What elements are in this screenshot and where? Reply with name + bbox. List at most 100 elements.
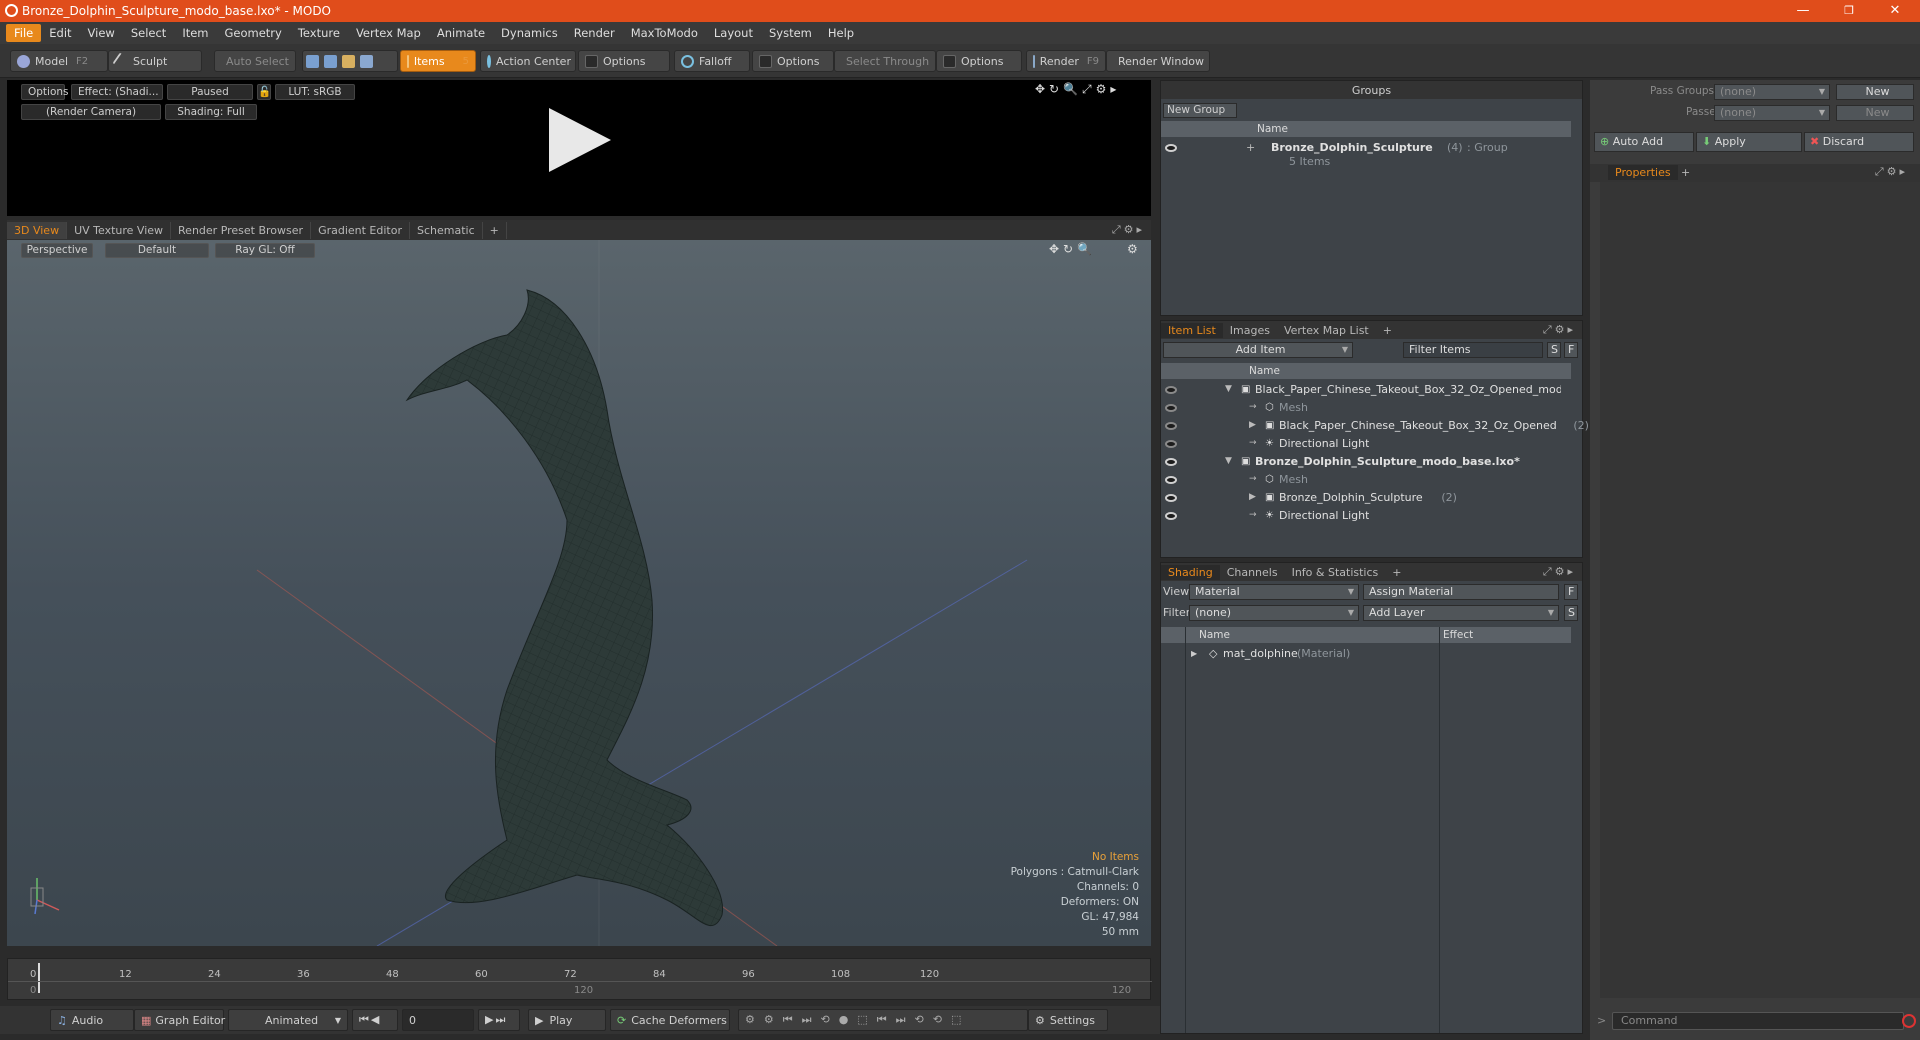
perspective-dropdown[interactable]: Perspective bbox=[21, 243, 93, 258]
preview-effect-dropdown[interactable]: Effect: (Shadi... bbox=[71, 84, 163, 100]
render-window-button[interactable]: Render Window bbox=[1106, 50, 1210, 72]
item-list-s-button[interactable]: S bbox=[1547, 342, 1561, 358]
list-item[interactable]: → ⬡ Mesh bbox=[1161, 399, 1571, 416]
audio-button[interactable]: ♫ Audio bbox=[50, 1009, 134, 1031]
expand-arrow-icon[interactable]: ▼ bbox=[1225, 453, 1232, 470]
action-center-button[interactable]: Action Center bbox=[480, 50, 576, 72]
passes-dropdown[interactable]: (none) ▼ bbox=[1714, 105, 1830, 121]
expand-arrow-icon[interactable]: ▼ bbox=[1225, 381, 1232, 398]
menu-edit[interactable]: Edit bbox=[41, 24, 79, 42]
menu-help[interactable]: Help bbox=[820, 24, 862, 42]
cache-deformers-button[interactable]: ⟳ Cache Deformers bbox=[610, 1009, 730, 1031]
auto-select-button[interactable]: Auto Select bbox=[214, 50, 296, 72]
edges-mode-icon[interactable] bbox=[324, 54, 337, 68]
expand-arrow-icon[interactable]: ▶ bbox=[1249, 417, 1256, 434]
menu-vertex-map[interactable]: Vertex Map bbox=[348, 24, 429, 42]
tab-properties[interactable]: Properties bbox=[1608, 165, 1678, 180]
visibility-eye-icon[interactable] bbox=[1165, 476, 1177, 484]
play-preview-icon[interactable] bbox=[549, 108, 611, 172]
record-icon[interactable] bbox=[1902, 1014, 1916, 1028]
menu-layout[interactable]: Layout bbox=[706, 24, 761, 42]
new-pass-button[interactable]: New bbox=[1836, 105, 1914, 121]
maximize-button[interactable]: ❐ bbox=[1826, 0, 1872, 22]
polygons-mode-icon[interactable] bbox=[342, 54, 355, 68]
pass-groups-dropdown[interactable]: (none) ▼ bbox=[1714, 84, 1830, 100]
items-mode-button[interactable]: Items 5 bbox=[400, 50, 476, 72]
materials-mode-icon[interactable] bbox=[360, 54, 373, 68]
menu-geometry[interactable]: Geometry bbox=[217, 24, 290, 42]
visibility-eye-icon[interactable] bbox=[1165, 144, 1177, 152]
lut-dropdown[interactable]: LUT: sRGB bbox=[275, 84, 355, 100]
view-dropdown[interactable]: Material ▼ bbox=[1189, 584, 1359, 600]
list-item[interactable]: ▼ ▣ Black_Paper_Chinese_Takeout_Box_32_Oz_… bbox=[1161, 381, 1571, 398]
visibility-eye-icon[interactable] bbox=[1165, 512, 1177, 520]
menu-animate[interactable]: Animate bbox=[429, 24, 493, 42]
tab-shading[interactable]: Shading bbox=[1161, 564, 1220, 580]
menu-select[interactable]: Select bbox=[123, 24, 174, 42]
tab-schematic[interactable]: Schematic bbox=[410, 221, 483, 239]
visibility-eye-icon[interactable] bbox=[1165, 458, 1177, 466]
forward-buttons[interactable]: ▶⏭ bbox=[478, 1009, 520, 1031]
list-item[interactable]: → ☀ Directional Light bbox=[1161, 507, 1571, 524]
shading-s-button[interactable]: S bbox=[1564, 605, 1578, 621]
panel-options-icons[interactable]: ⤢⚙▸ bbox=[1875, 165, 1908, 179]
menu-render[interactable]: Render bbox=[566, 24, 623, 42]
minimize-button[interactable]: — bbox=[1780, 0, 1826, 22]
shading-f-button[interactable]: F bbox=[1564, 584, 1578, 600]
material-row[interactable]: ▶ ◇ mat_dolphine (Material) bbox=[1161, 645, 1571, 662]
preview-paused-toggle[interactable]: Paused bbox=[167, 84, 253, 100]
lock-icon[interactable]: 🔓 bbox=[257, 84, 271, 100]
render-camera-dropdown[interactable]: (Render Camera) bbox=[21, 104, 161, 120]
falloff-options-button[interactable]: Options bbox=[752, 50, 834, 72]
menu-texture[interactable]: Texture bbox=[290, 24, 348, 42]
filter-dropdown[interactable]: (none) ▼ bbox=[1189, 605, 1359, 621]
list-item[interactable]: ▶ ▣ Black_Paper_Chinese_Takeout_Box_32_Oz_… bbox=[1161, 417, 1589, 434]
add-tab-button[interactable]: + bbox=[1674, 165, 1697, 180]
new-group-button[interactable]: New Group bbox=[1163, 103, 1237, 118]
viewport-panel-icons[interactable]: ⤢⚙▸ bbox=[1112, 223, 1145, 237]
model-mode-button[interactable]: Model F2 bbox=[10, 50, 108, 72]
timeline-playhead[interactable] bbox=[38, 963, 40, 993]
menu-maxtomodo[interactable]: MaxToModo bbox=[623, 24, 706, 42]
visibility-eye-icon[interactable] bbox=[1165, 440, 1177, 448]
key-tools-group[interactable]: ⚙⚙⏮⏭⟲●⬚⏮⏭⟲⟲⬚ bbox=[738, 1009, 1028, 1031]
select-through-options-button[interactable]: Options bbox=[936, 50, 1022, 72]
tab-uv-texture-view[interactable]: UV Texture View bbox=[67, 221, 172, 239]
rewind-buttons[interactable]: ⏮◀ bbox=[352, 1009, 398, 1031]
visibility-eye-icon[interactable] bbox=[1165, 422, 1177, 430]
filter-items-input[interactable]: Filter Items bbox=[1403, 342, 1543, 358]
viewport-nav-icons[interactable]: ✥↻🔍 bbox=[1049, 242, 1096, 256]
menu-system[interactable]: System bbox=[761, 24, 820, 42]
list-item[interactable]: ▶ ▣ Bronze_Dolphin_Sculpture (2) bbox=[1161, 489, 1571, 506]
preview-options-button[interactable]: Options bbox=[21, 84, 69, 100]
discard-button[interactable]: ✖ Discard bbox=[1804, 132, 1914, 152]
tab-render-preset-browser[interactable]: Render Preset Browser bbox=[171, 221, 312, 239]
add-tab-button[interactable]: + bbox=[483, 221, 507, 239]
menu-view[interactable]: View bbox=[80, 24, 123, 42]
timeline[interactable]: 0 12 24 36 48 60 72 84 96 108 120 0 120 120 bbox=[7, 958, 1152, 1000]
expand-arrow-icon[interactable]: ▶ bbox=[1191, 645, 1197, 662]
menu-item[interactable]: Item bbox=[174, 24, 216, 42]
group-row[interactable]: + Bronze_Dolphin_Sculpture (4) : Group bbox=[1161, 139, 1571, 156]
viewport-gear-icon[interactable]: ⚙ bbox=[1127, 242, 1138, 256]
animated-dropdown[interactable]: Animated ▼ bbox=[228, 1009, 348, 1031]
play-button[interactable]: ▶ Play bbox=[528, 1009, 606, 1031]
menu-dynamics[interactable]: Dynamics bbox=[493, 24, 566, 42]
visibility-eye-icon[interactable] bbox=[1165, 494, 1177, 502]
graph-editor-button[interactable]: ▦ Graph Editor bbox=[134, 1009, 225, 1031]
add-tab-button[interactable]: + bbox=[1385, 565, 1408, 580]
apply-button[interactable]: ⬇ Apply bbox=[1696, 132, 1802, 152]
shading-dropdown[interactable]: Shading: Full bbox=[165, 104, 257, 120]
add-layer-dropdown[interactable]: Add Layer ▼ bbox=[1363, 605, 1559, 621]
falloff-button[interactable]: Falloff bbox=[674, 50, 750, 72]
list-item[interactable]: ▼ ▣ Bronze_Dolphin_Sculpture_modo_base.lxo… bbox=[1161, 453, 1571, 470]
tab-3d-view[interactable]: 3D View bbox=[7, 221, 68, 239]
list-item[interactable]: → ⬡ Mesh bbox=[1161, 471, 1571, 488]
list-item[interactable]: → ☀ Directional Light bbox=[1161, 435, 1571, 452]
tab-vertex-map-list[interactable]: Vertex Map List bbox=[1277, 323, 1376, 338]
style-dropdown[interactable]: Default bbox=[105, 243, 209, 258]
frame-input[interactable]: 0 bbox=[402, 1009, 474, 1031]
vertices-mode-icon[interactable] bbox=[306, 54, 319, 68]
select-through-button[interactable]: Select Through bbox=[834, 50, 936, 72]
expand-arrow-icon[interactable]: ▶ bbox=[1249, 489, 1256, 506]
